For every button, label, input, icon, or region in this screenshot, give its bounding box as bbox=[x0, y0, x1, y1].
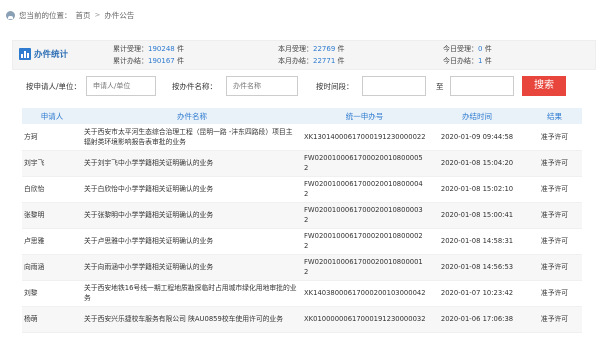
cell-result: 准予许可 bbox=[540, 289, 569, 297]
filter-bar: 按申请人/单位： 按办件名称： 按时间段： 至 搜索 bbox=[0, 76, 599, 96]
stat-value: 0 bbox=[478, 45, 483, 53]
cell-result: 准予许可 bbox=[540, 185, 569, 193]
stat-label: 今日办结： bbox=[443, 57, 478, 65]
stats-title-text: 办件统计 bbox=[34, 50, 69, 60]
stats-panel: 办件统计 累计受理：190248 件 累计办结：190167 件 本月受理：22… bbox=[12, 40, 596, 70]
cell-applicant: 方珂 bbox=[24, 132, 38, 141]
stat-value: 190248 bbox=[148, 45, 175, 53]
stat-unit: 件 bbox=[337, 45, 345, 53]
stat-today-done: 今日办结：1 件 bbox=[443, 56, 492, 66]
header-code: 统一申办号 bbox=[345, 111, 384, 121]
stat-unit: 件 bbox=[484, 57, 492, 65]
cell-item-name[interactable]: 关于西安兴乐捷校车服务有限公司 陕AU0859校车使用许可的业务 bbox=[82, 306, 302, 332]
header-finish-time: 办结时间 bbox=[462, 111, 492, 121]
header-item-name: 办件名称 bbox=[177, 111, 207, 121]
cell-finish-time: 2020-01-06 17:06:38 bbox=[440, 315, 514, 323]
cell-applicant: 刘黎 bbox=[24, 289, 38, 297]
cell-finish-time: 2020-01-08 15:02:10 bbox=[440, 185, 514, 193]
applicant-filter-label: 按申请人/单位： bbox=[26, 82, 82, 91]
cell-finish-time: 2020-01-08 15:00:41 bbox=[440, 211, 514, 219]
results-table: 申请人 办件名称 统一申办号 办结时间 结果 方珂 关于西安市太平河生态综合治理… bbox=[22, 108, 582, 333]
breadcrumb-home-link[interactable]: 首页 bbox=[76, 10, 91, 21]
cell-applicant: 向雨涵 bbox=[24, 263, 45, 271]
table-row[interactable]: 刘宇飞 关于刘宇飞中小学学籍相关证明确认的业务 FW02001000617000… bbox=[22, 150, 582, 176]
breadcrumb-current[interactable]: 办件公告 bbox=[104, 10, 134, 21]
stat-unit: 件 bbox=[176, 45, 184, 53]
stat-label: 累计办结： bbox=[113, 57, 148, 65]
cell-finish-time: 2020-01-07 10:23:42 bbox=[440, 289, 514, 297]
stat-label: 累计受理： bbox=[113, 45, 148, 53]
breadcrumb: 您当前的位置： 首页 > 办件公告 bbox=[6, 8, 134, 22]
stats-title: 办件统计 bbox=[19, 48, 68, 60]
time-filter-label: 按时间段： bbox=[316, 82, 354, 91]
breadcrumb-separator: > bbox=[94, 11, 101, 19]
stat-today-accepted: 今日受理：0 件 bbox=[443, 44, 492, 54]
item-filter-label: 按办件名称： bbox=[172, 82, 217, 91]
location-icon bbox=[6, 10, 15, 20]
cell-finish-time: 2020-01-08 14:56:53 bbox=[440, 263, 514, 271]
stat-month-accepted: 本月受理：22769 件 bbox=[278, 44, 345, 54]
cell-item-name[interactable]: 关于西安地铁16号线一期工程地质勘探临时占用城市绿化用地审批的业务 bbox=[82, 280, 302, 306]
cell-applicant: 卢思雅 bbox=[24, 237, 45, 245]
item-name-input[interactable] bbox=[226, 76, 298, 96]
table-row[interactable]: 刘黎 关于西安地铁16号线一期工程地质勘探临时占用城市绿化用地审批的业务 XK1… bbox=[22, 280, 582, 306]
cell-finish-time: 2020-01-08 14:58:31 bbox=[440, 237, 514, 245]
cell-item-name[interactable]: 关于卢思雅中小学学籍相关证明确认的业务 bbox=[82, 228, 302, 254]
stat-total-done: 累计办结：190167 件 bbox=[113, 56, 184, 66]
stat-value: 1 bbox=[478, 57, 483, 65]
cell-result: 准予许可 bbox=[540, 237, 569, 245]
stat-value: 190167 bbox=[148, 57, 175, 65]
cell-item-name[interactable]: 关于白欣怡中小学学籍相关证明确认的业务 bbox=[82, 176, 302, 202]
cell-finish-time: 2020-01-08 15:04:20 bbox=[440, 159, 514, 167]
cell-code: FW02001000617000200108000032 bbox=[304, 206, 423, 224]
table-row[interactable]: 张黎明 关于张黎明中小学学籍相关证明确认的业务 FW02001000617000… bbox=[22, 202, 582, 228]
cell-code: FW02001000617000200108000052 bbox=[304, 154, 423, 172]
date-to-label: 至 bbox=[436, 82, 444, 91]
table-row[interactable]: 向雨涵 关于向雨涵中小学学籍相关证明确认的业务 FW02001000617000… bbox=[22, 254, 582, 280]
cell-code: XK14038000617000200103000042 bbox=[304, 289, 426, 297]
cell-applicant: 杨萌 bbox=[24, 315, 38, 323]
table-row[interactable]: 杨萌 关于西安兴乐捷校车服务有限公司 陕AU0859校车使用许可的业务 XK01… bbox=[22, 306, 582, 332]
cell-code: FW02001000617000200108000012 bbox=[304, 258, 423, 276]
cell-result: 准予许可 bbox=[540, 315, 569, 323]
stat-unit: 件 bbox=[176, 57, 184, 65]
table-row[interactable]: 白欣怡 关于白欣怡中小学学籍相关证明确认的业务 FW02001000617000… bbox=[22, 176, 582, 202]
cell-result: 准予许可 bbox=[540, 211, 569, 219]
stat-value: 22771 bbox=[313, 57, 336, 65]
table-row[interactable]: 卢思雅 关于卢思雅中小学学籍相关证明确认的业务 FW02001000617000… bbox=[22, 228, 582, 254]
breadcrumb-prefix: 您当前的位置： bbox=[19, 10, 72, 20]
cell-result: 准予许可 bbox=[540, 263, 569, 271]
cell-result: 准予许可 bbox=[540, 159, 569, 167]
cell-code: XK13014000617000191230000022 bbox=[304, 132, 426, 141]
cell-applicant: 刘宇飞 bbox=[24, 159, 45, 167]
stat-label: 本月受理： bbox=[278, 45, 313, 53]
stat-label: 今日受理： bbox=[443, 45, 478, 53]
applicant-input[interactable] bbox=[86, 76, 156, 96]
search-button[interactable]: 搜索 bbox=[522, 76, 566, 96]
cell-code: XK01000000617000191230000032 bbox=[304, 315, 426, 323]
cell-item-name[interactable]: 关于张黎明中小学学籍相关证明确认的业务 bbox=[82, 202, 302, 228]
stat-label: 本月办结： bbox=[278, 57, 313, 65]
cell-code: FW02001000617000200108000022 bbox=[304, 232, 423, 250]
bar-chart-icon bbox=[19, 48, 31, 60]
cell-item-name[interactable]: 关于向雨涵中小学学籍相关证明确认的业务 bbox=[82, 254, 302, 280]
header-result: 结果 bbox=[547, 111, 562, 121]
table-row[interactable]: 方珂 关于西安市太平河生态综合治理工程（昆明一路 -沣东四路段）项目主辐射类环境… bbox=[22, 124, 582, 150]
stat-total-accepted: 累计受理：190248 件 bbox=[113, 44, 184, 54]
header-applicant: 申请人 bbox=[40, 111, 64, 121]
start-date-input[interactable] bbox=[362, 76, 426, 96]
end-date-input[interactable] bbox=[450, 76, 514, 96]
stat-month-done: 本月办结：22771 件 bbox=[278, 56, 345, 66]
stat-unit: 件 bbox=[337, 57, 345, 65]
cell-applicant: 白欣怡 bbox=[24, 185, 45, 193]
cell-finish-time: 2020-01-09 09:44:58 bbox=[440, 132, 514, 141]
cell-item-name[interactable]: 关于刘宇飞中小学学籍相关证明确认的业务 bbox=[82, 150, 302, 176]
cell-applicant: 张黎明 bbox=[24, 211, 45, 219]
stat-value: 22769 bbox=[313, 45, 336, 53]
table-header-row: 申请人 办件名称 统一申办号 办结时间 结果 bbox=[22, 108, 582, 124]
cell-item-name[interactable]: 关于西安市太平河生态综合治理工程（昆明一路 -沣东四路段）项目主辐射类环境影响报… bbox=[82, 124, 302, 150]
cell-result: 准予许可 bbox=[540, 132, 569, 141]
stat-unit: 件 bbox=[484, 45, 492, 53]
cell-code: FW02001000617000200108000042 bbox=[304, 180, 423, 198]
